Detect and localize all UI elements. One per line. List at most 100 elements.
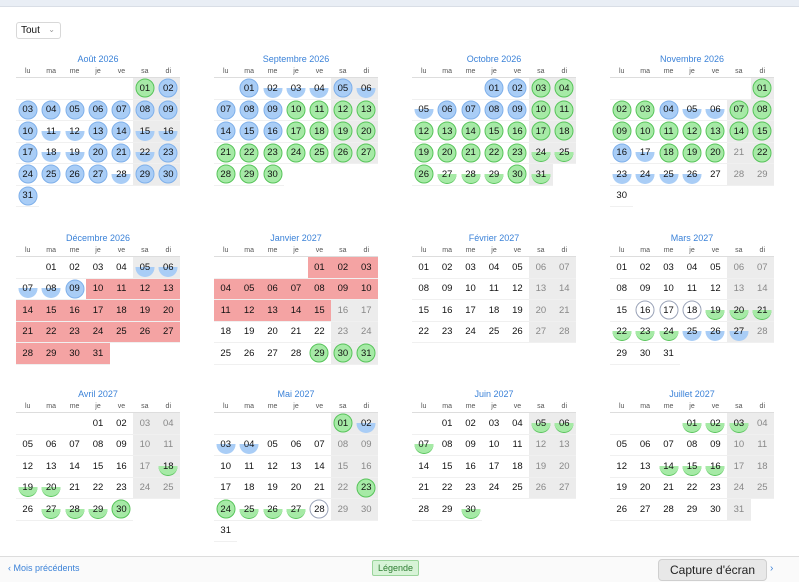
day-cell[interactable]: 27 [703, 164, 728, 186]
day-cell[interactable]: 20 [86, 143, 110, 164]
day-cell[interactable]: 09 [633, 279, 657, 300]
day-cell[interactable]: 13 [529, 278, 553, 300]
day-cell[interactable]: 17 [86, 300, 110, 322]
day-cell[interactable]: 26 [237, 343, 261, 365]
day-cell[interactable]: 15 [482, 121, 506, 143]
day-cell[interactable]: 21 [284, 322, 308, 343]
day-cell[interactable]: 26 [610, 499, 634, 521]
day-cell[interactable]: 15 [435, 456, 459, 478]
day-cell[interactable]: 29 [435, 499, 459, 521]
day-cell[interactable]: 11 [552, 99, 576, 121]
day-cell[interactable]: 09 [505, 100, 530, 121]
day-cell[interactable]: 08 [86, 435, 110, 456]
day-cell[interactable]: 23 [458, 478, 483, 499]
day-cell[interactable]: 30 [354, 499, 378, 521]
day-cell[interactable]: 18 [156, 456, 180, 478]
day-cell[interactable]: 23 [331, 321, 355, 343]
day-cell[interactable]: 01 [412, 257, 436, 279]
day-cell[interactable]: 01 [39, 257, 63, 279]
day-cell[interactable]: 19 [680, 143, 704, 164]
day-cell[interactable]: 28 [16, 343, 40, 365]
day-cell[interactable]: 29 [307, 343, 332, 365]
day-cell[interactable]: 04 [680, 257, 704, 279]
day-cell[interactable]: 25 [39, 164, 63, 186]
day-cell[interactable]: 23 [62, 321, 87, 343]
day-cell[interactable]: 29 [680, 499, 704, 521]
day-cell[interactable]: 24 [214, 499, 238, 521]
day-cell[interactable]: 23 [109, 478, 134, 499]
day-cell[interactable]: 18 [750, 456, 774, 478]
day-cell[interactable]: 14 [458, 121, 483, 143]
day-cell[interactable]: 27 [260, 343, 285, 365]
day-cell[interactable]: 18 [307, 121, 332, 143]
day-cell[interactable]: 26 [412, 164, 436, 186]
day-cell[interactable]: 05 [260, 435, 285, 456]
day-cell[interactable]: 19 [260, 478, 285, 499]
day-cell[interactable]: 30 [62, 343, 87, 365]
day-cell[interactable]: 25 [552, 142, 576, 164]
day-cell[interactable]: 03 [86, 257, 110, 279]
day-cell[interactable]: 15 [750, 121, 774, 143]
day-cell[interactable]: 25 [307, 143, 332, 164]
day-cell[interactable]: 28 [750, 321, 774, 343]
day-cell[interactable]: 15 [331, 456, 355, 478]
day-cell[interactable]: 01 [86, 413, 110, 435]
day-cell[interactable]: 17 [214, 478, 238, 499]
day-cell[interactable]: 05 [331, 78, 355, 100]
day-cell[interactable]: 11 [214, 300, 238, 322]
day-cell[interactable]: 09 [156, 99, 180, 121]
day-cell[interactable]: 19 [412, 143, 436, 164]
day-cell[interactable]: 30 [331, 343, 355, 365]
previous-months-link[interactable]: ‹ Mois précédents [8, 563, 80, 573]
day-cell[interactable]: 17 [482, 456, 506, 478]
day-cell[interactable]: 13 [284, 456, 308, 478]
day-cell[interactable]: 11 [156, 434, 180, 456]
day-cell[interactable]: 02 [435, 257, 459, 279]
day-cell[interactable]: 27 [86, 164, 110, 186]
day-cell[interactable]: 11 [505, 435, 530, 456]
day-cell[interactable]: 18 [214, 322, 238, 343]
day-cell[interactable]: 29 [331, 499, 355, 521]
day-cell[interactable]: 05 [703, 257, 728, 279]
day-cell[interactable]: 16 [633, 300, 657, 322]
day-cell[interactable]: 06 [435, 100, 459, 121]
day-cell[interactable]: 05 [412, 100, 436, 121]
day-cell[interactable]: 23 [260, 143, 285, 164]
day-cell[interactable]: 24 [458, 322, 483, 343]
day-cell[interactable]: 26 [16, 499, 40, 521]
day-cell[interactable]: 08 [237, 100, 261, 121]
day-cell[interactable]: 19 [703, 300, 728, 322]
day-cell[interactable]: 07 [16, 279, 40, 300]
day-cell[interactable]: 31 [16, 186, 40, 207]
day-cell[interactable]: 12 [16, 456, 40, 478]
day-cell[interactable]: 28 [412, 499, 436, 521]
day-cell[interactable]: 02 [610, 100, 634, 121]
day-cell[interactable]: 01 [133, 78, 157, 100]
day-cell[interactable]: 29 [237, 164, 261, 186]
day-cell[interactable]: 02 [354, 413, 378, 435]
day-cell[interactable]: 06 [633, 435, 657, 456]
day-cell[interactable]: 25 [750, 477, 774, 499]
day-cell[interactable]: 16 [435, 300, 459, 322]
day-cell[interactable]: 21 [750, 300, 774, 322]
day-cell[interactable]: 09 [331, 278, 355, 300]
day-cell[interactable]: 07 [307, 435, 332, 456]
day-cell[interactable]: 05 [529, 413, 553, 435]
day-cell[interactable]: 19 [529, 456, 553, 478]
day-cell[interactable]: 31 [529, 164, 553, 186]
day-cell[interactable]: 22 [680, 478, 704, 499]
day-cell[interactable]: 04 [214, 278, 238, 300]
day-cell[interactable]: 02 [331, 257, 355, 279]
day-cell[interactable]: 05 [16, 435, 40, 456]
day-cell[interactable]: 01 [435, 413, 459, 435]
day-cell[interactable]: 07 [656, 435, 681, 456]
day-cell[interactable]: 09 [109, 435, 134, 456]
day-cell[interactable]: 16 [109, 456, 134, 478]
day-cell[interactable]: 26 [680, 164, 704, 186]
day-cell[interactable]: 21 [412, 478, 436, 499]
day-cell[interactable]: 23 [435, 322, 459, 343]
day-cell[interactable]: 28 [284, 343, 308, 365]
day-cell[interactable]: 01 [680, 413, 704, 435]
day-cell[interactable]: 01 [331, 413, 355, 435]
day-cell[interactable]: 30 [156, 164, 180, 186]
